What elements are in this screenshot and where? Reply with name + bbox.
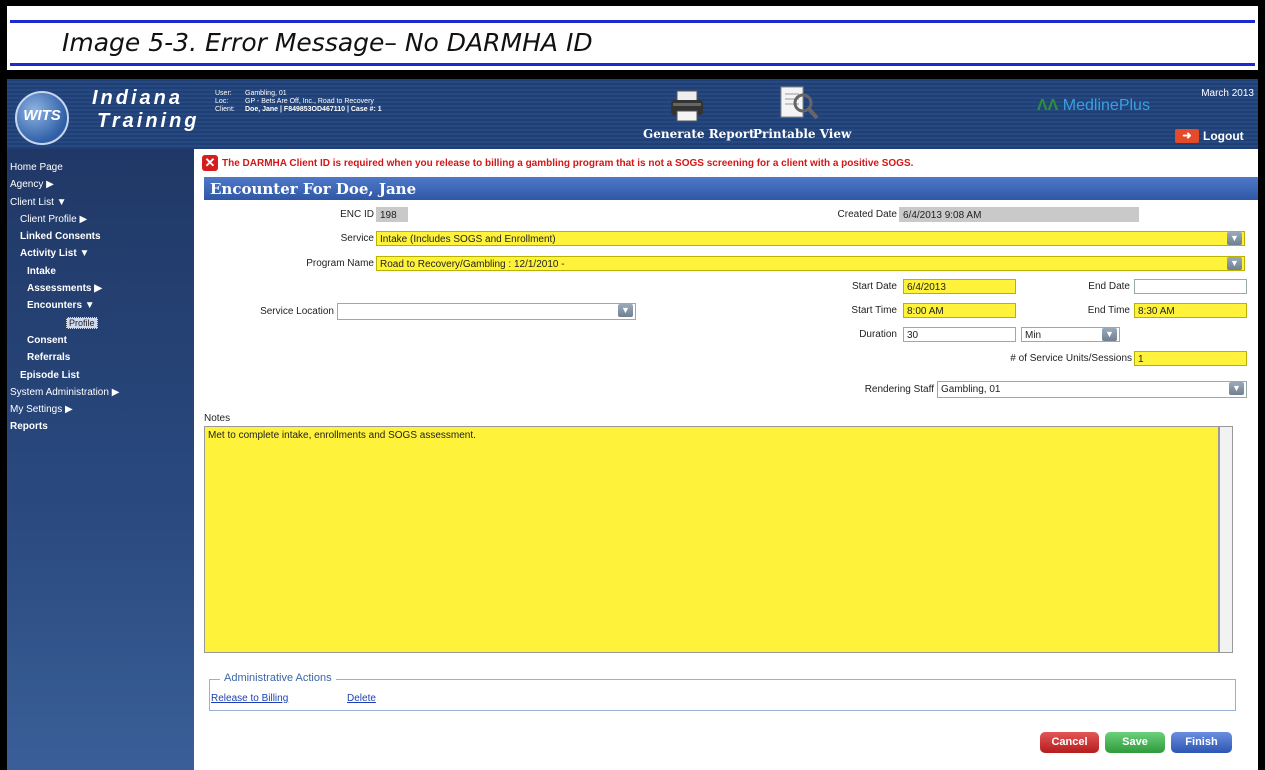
error-message: ✕ The DARMHA Client ID is required when … — [202, 155, 913, 171]
enc-id-label: ENC ID — [340, 209, 374, 220]
error-icon: ✕ — [202, 155, 218, 171]
notes-label: Notes — [204, 413, 231, 424]
frame-border-middle — [7, 70, 1258, 79]
service-label: Service — [340, 233, 374, 244]
user-value: Gambling, 01 — [245, 90, 287, 97]
loc-value: GP - Bets Are Off, Inc., Road to Recover… — [245, 98, 374, 105]
duration-unit-select[interactable]: Min ▼ — [1021, 327, 1120, 342]
end-time-field[interactable]: 8:30 AM — [1134, 303, 1247, 318]
caption-rule-bottom — [10, 63, 1255, 66]
page-title: Encounter For Doe, Jane — [210, 180, 417, 198]
end-date-label: End Date — [1088, 281, 1130, 292]
loc-label: Loc: — [215, 98, 229, 105]
end-time-label: End Time — [1087, 305, 1130, 316]
logout-button[interactable]: ➜ Logout — [1175, 129, 1244, 143]
delete-link[interactable]: Delete — [347, 693, 376, 704]
context-info: User: Gambling, 01 Loc: GP - Bets Are Off,… — [215, 90, 382, 114]
wits-app-window: WITS Indiana Training User: Gambling, 01 … — [7, 79, 1258, 770]
printer-icon[interactable] — [669, 89, 705, 123]
main-content: ✕ The DARMHA Client ID is required when … — [194, 149, 1258, 770]
service-value: Intake (Includes SOGS and Enrollment) — [380, 234, 556, 245]
start-date-label: Start Date — [851, 281, 897, 292]
sidebar-item-consent[interactable]: Consent — [7, 332, 194, 349]
service-units-label: # of Service Units/Sessions — [1010, 353, 1132, 364]
notes-scrollbar[interactable] — [1219, 426, 1233, 653]
medline-mark-icon: ΛΛ — [1037, 97, 1059, 114]
sidebar-item-linked-consents[interactable]: Linked Consents — [7, 228, 194, 245]
release-to-billing-link[interactable]: Release to Billing — [211, 693, 288, 704]
figure-caption: Image 5-3. Error Message– No DARMHA ID — [62, 28, 593, 57]
start-date-field[interactable]: 6/4/2013 — [903, 279, 1016, 294]
brand-line1: Indiana — [92, 87, 184, 109]
sidebar-item-my-settings[interactable]: My Settings ▶ — [7, 401, 194, 418]
sidebar-item-reports[interactable]: Reports — [7, 418, 194, 435]
logout-label: Logout — [1203, 129, 1244, 143]
sidebar-item-client-list[interactable]: Client List ▼ — [7, 194, 194, 211]
chevron-down-icon[interactable]: ▼ — [1227, 232, 1242, 245]
sidebar-item-activity-list[interactable]: Activity List ▼ — [7, 245, 194, 262]
created-date-label: Created Date — [837, 209, 897, 220]
user-label: User: — [215, 90, 232, 97]
chevron-down-icon[interactable]: ▼ — [618, 304, 633, 317]
chevron-down-icon[interactable]: ▼ — [1227, 257, 1242, 270]
start-time-label: Start Time — [851, 305, 897, 316]
brand-line2: Training — [97, 110, 200, 132]
notes-textarea[interactable]: Met to complete intake, enrollments and … — [204, 426, 1219, 653]
sidebar-item-intake[interactable]: Intake — [7, 263, 194, 280]
finish-button[interactable]: Finish — [1171, 732, 1232, 753]
rendering-staff-value: Gambling, 01 — [941, 384, 1001, 395]
enc-id-field: 198 — [376, 207, 408, 222]
current-month: March 2013 — [1201, 88, 1254, 99]
administrative-actions-group: Administrative Actions Release to Billin… — [209, 672, 1236, 711]
medline-text: MedlinePlus — [1062, 97, 1150, 114]
service-location-label: Service Location — [260, 306, 334, 317]
program-name-select[interactable]: Road to Recovery/Gambling : 12/1/2010 - … — [376, 256, 1245, 271]
wits-logo-text: WITS — [23, 107, 61, 124]
service-location-select[interactable]: ▼ — [337, 303, 636, 320]
duration-field[interactable]: 30 — [903, 327, 1016, 342]
chevron-down-icon[interactable]: ▼ — [1229, 382, 1244, 395]
client-label: Client: — [215, 106, 235, 113]
sidebar-item-assessments[interactable]: Assessments ▶ — [7, 280, 194, 297]
service-units-field[interactable]: 1 — [1134, 351, 1247, 366]
sidebar-item-agency[interactable]: Agency ▶ — [7, 176, 194, 193]
start-time-field[interactable]: 8:00 AM — [903, 303, 1016, 318]
frame-border-right — [1258, 0, 1265, 770]
sidebar-item-referrals[interactable]: Referrals — [7, 349, 194, 366]
sidebar-item-encounters[interactable]: Encounters ▼ — [7, 297, 194, 314]
page-title-bar: Encounter For Doe, Jane — [204, 177, 1258, 200]
administrative-actions-legend: Administrative Actions — [220, 672, 336, 684]
duration-unit-value: Min — [1025, 330, 1042, 341]
client-value: Doe, Jane | F849853OD467110 | Case #: 1 — [245, 106, 382, 113]
save-button[interactable]: Save — [1105, 732, 1165, 753]
cancel-button[interactable]: Cancel — [1040, 732, 1099, 753]
end-date-field[interactable] — [1134, 279, 1247, 294]
generate-report-button[interactable]: Generate Report — [643, 127, 755, 141]
sidebar-item-profile-label: Profile — [66, 316, 98, 329]
sidebar-item-client-profile[interactable]: Client Profile ▶ — [7, 211, 194, 228]
app-header: WITS Indiana Training User: Gambling, 01 … — [7, 79, 1258, 149]
service-select[interactable]: Intake (Includes SOGS and Enrollment) ▼ — [376, 231, 1245, 246]
sidebar-item-home-page[interactable]: Home Page — [7, 159, 194, 176]
error-text: The DARMHA Client ID is required when yo… — [222, 157, 914, 169]
duration-label: Duration — [859, 329, 897, 340]
created-date-field: 6/4/2013 9:08 AM — [899, 207, 1139, 222]
sidebar-nav: Home Page Agency ▶ Client List ▼ Client … — [7, 149, 194, 770]
sidebar-item-system-administration[interactable]: System Administration ▶ — [7, 384, 194, 401]
program-name-value: Road to Recovery/Gambling : 12/1/2010 - — [380, 259, 565, 270]
chevron-down-icon[interactable]: ▼ — [1102, 328, 1117, 341]
medlineplus-logo[interactable]: ΛΛ MedlinePlus — [1037, 97, 1150, 115]
figure-caption-area: Image 5-3. Error Message– No DARMHA ID — [0, 0, 1265, 78]
printable-view-icon[interactable] — [779, 85, 819, 125]
sidebar-item-profile[interactable]: Profile — [7, 315, 194, 332]
caption-rule-top — [10, 20, 1255, 23]
rendering-staff-select[interactable]: Gambling, 01 ▼ — [937, 381, 1247, 398]
rendering-staff-label: Rendering Staff — [864, 384, 934, 395]
frame-border-left — [0, 0, 7, 770]
logout-icon: ➜ — [1175, 129, 1199, 143]
sidebar-item-episode-list[interactable]: Episode List — [7, 367, 194, 384]
printable-view-button[interactable]: Printable View — [753, 127, 851, 141]
program-name-label: Program Name — [306, 258, 374, 269]
